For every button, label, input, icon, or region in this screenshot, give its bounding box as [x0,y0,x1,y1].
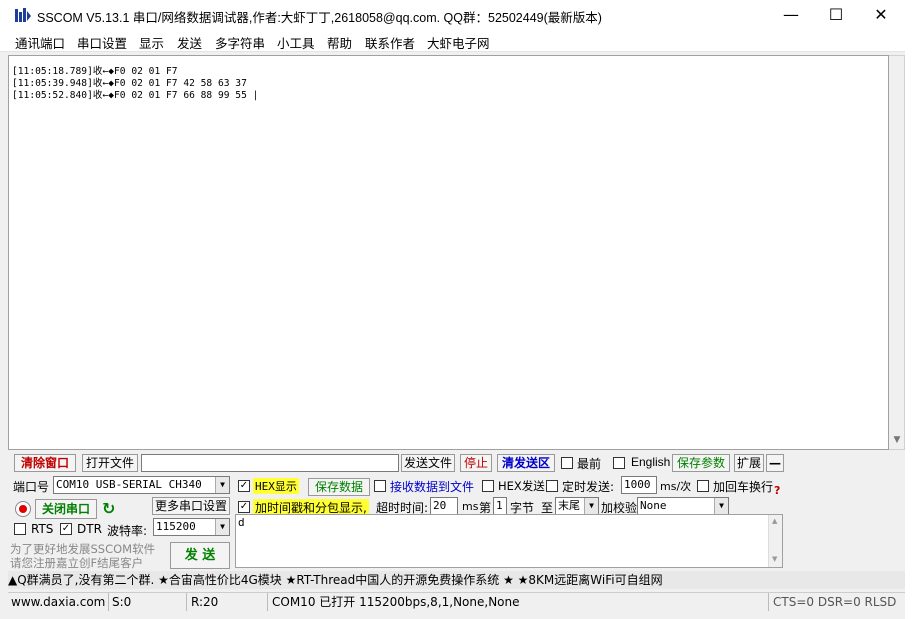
red-led-icon [19,505,27,513]
status-signals: CTS=0 DSR=0 RLSD [773,595,897,609]
stop-button[interactable]: 停止 [460,454,492,472]
receive-scrollbar[interactable] [889,55,905,450]
checksum-select[interactable]: None ▼ [637,497,729,515]
hex-display-label: HEX显示 [253,478,299,494]
more-serial-settings-button[interactable]: 更多串口设置 [152,497,230,515]
receive-log: [11:05:18.789]收←◆F0 02 01 F7 [11:05:39.94… [12,66,258,102]
baud-label: 波特率: [107,524,148,538]
close-button[interactable]: ✕ [858,0,904,30]
chevron-down-icon: ▼ [714,498,728,514]
status-recv-count: R:20 [188,593,268,611]
receive-line: [11:05:18.789]收←◆F0 02 01 F7 [12,66,178,77]
receive-line: [11:05:39.948]收←◆F0 02 01 F7 42 58 63 37 [12,78,247,89]
rts-label: RTS [31,522,54,536]
scroll-down-arrow-icon[interactable]: ▼ [889,432,905,448]
save-params-button[interactable]: 保存参数 [672,454,730,472]
timestamp-checkbox[interactable]: ✓ [238,501,250,513]
chevron-down-icon: ▼ [215,519,229,535]
clear-send-button[interactable]: 清发送区 [497,454,555,472]
menu-display[interactable]: 显示 [139,33,164,52]
english-checkbox[interactable] [613,457,625,469]
background-window-strip [905,0,913,619]
send-button[interactable]: 发 送 [170,542,230,569]
topmost-label: 最前 [577,457,602,471]
interval-unit-label: ms/次 [660,480,692,493]
chevron-down-icon: ▼ [584,498,598,514]
close-port-button[interactable]: 关闭串口 [35,499,97,519]
baud-value: 115200 [156,520,196,533]
end-value: 末尾 [558,499,580,512]
chevron-down-icon: ▼ [772,555,778,563]
collapse-button[interactable]: — [766,454,784,472]
clear-window-button[interactable]: 清除窗口 [14,454,76,472]
dtr-checkbox[interactable]: ✓ [60,523,72,535]
english-label: English [631,455,671,469]
menu-help[interactable]: 帮助 [327,33,352,52]
checksum-value: None [640,499,667,512]
recv-to-file-label: 接收数据到文件 [390,480,475,494]
app-icon [15,8,31,22]
promo-line-2[interactable]: 请您注册嘉立创F结尾客户 [10,555,143,571]
port-label: 端口号 [13,480,50,494]
dtr-label: DTR [77,522,102,536]
rts-checkbox[interactable] [14,523,26,535]
menu-multi-string[interactable]: 多字符串 [215,33,265,52]
timeout-unit-label: ms [462,500,479,513]
end-select[interactable]: 末尾 ▼ [555,497,599,515]
maximize-button[interactable]: ☐ [813,0,859,30]
receive-line: [11:05:52.840]收←◆F0 02 01 F7 66 88 99 55… [12,90,259,101]
send-file-button[interactable]: 发送文件 [401,454,455,472]
send-textarea[interactable]: d ▲ ▼ [235,514,783,568]
status-site[interactable]: www.daxia.com [8,593,109,611]
chevron-up-icon: ▲ [772,517,778,525]
window-title: SSCOM V5.13.1 串口/网络数据调试器,作者:大虾丁丁,2618058… [37,11,602,25]
recv-to-file-checkbox[interactable] [374,480,386,492]
status-sent-count: S:0 [109,593,187,611]
receive-area[interactable]: [11:05:18.789]收←◆F0 02 01 F7 [11:05:39.94… [8,55,889,450]
interval-input[interactable]: 1000 [621,476,657,494]
menu-bar: 通讯端口 串口设置 显示 发送 多字符串 小工具 帮助 联系作者 大虾电子网 [0,30,913,52]
hex-send-checkbox[interactable] [482,480,494,492]
title-bar: SSCOM V5.13.1 串口/网络数据调试器,作者:大虾丁丁,2618058… [0,0,913,30]
menu-serial-settings[interactable]: 串口设置 [77,33,127,52]
add-crlf-label: 加回车换行 [713,480,774,494]
port-status-indicator [15,501,31,517]
send-text: d [238,516,245,529]
file-path-input[interactable] [141,454,399,472]
hex-send-label: HEX发送 [498,479,545,493]
expand-button[interactable]: 扩展 [734,454,764,472]
topmost-checkbox[interactable] [561,457,573,469]
baud-select[interactable]: 115200 ▼ [153,518,230,536]
timeout-input[interactable]: 20 [430,497,458,515]
menu-daxia-site[interactable]: 大虾电子网 [427,33,490,52]
add-crlf-checkbox[interactable] [697,480,709,492]
open-file-button[interactable]: 打开文件 [82,454,138,472]
menu-send[interactable]: 发送 [177,33,202,52]
menu-comm-port[interactable]: 通讯端口 [15,33,65,52]
help-icon[interactable]: ? [774,484,780,497]
refresh-icon[interactable]: ↻ [102,499,120,519]
timed-send-checkbox[interactable] [546,480,558,492]
hex-display-checkbox[interactable]: ✓ [238,480,250,492]
menu-tools[interactable]: 小工具 [277,33,315,52]
save-data-button[interactable]: 保存数据 [308,478,370,496]
port-select[interactable]: COM10 USB-SERIAL CH340 ▼ [53,476,230,494]
port-value: COM10 USB-SERIAL CH340 [56,478,202,491]
ticker-text: ▲Q群满员了,没有第二个群. ★合宙高性价比4G模块 ★RT-Thread中国人… [8,573,663,587]
status-port-state: COM10 已打开 115200bps,8,1,None,None [269,593,769,611]
minimize-button[interactable]: — [768,0,814,30]
send-scrollbar[interactable]: ▲ ▼ [768,515,782,567]
menu-contact[interactable]: 联系作者 [365,33,415,52]
timed-send-label: 定时发送: [562,480,615,494]
news-ticker[interactable]: ▲Q群满员了,没有第二个群. ★合宙高性价比4G模块 ★RT-Thread中国人… [8,571,905,589]
nth-input[interactable]: 1 [493,497,507,515]
chevron-down-icon: ▼ [215,477,229,493]
